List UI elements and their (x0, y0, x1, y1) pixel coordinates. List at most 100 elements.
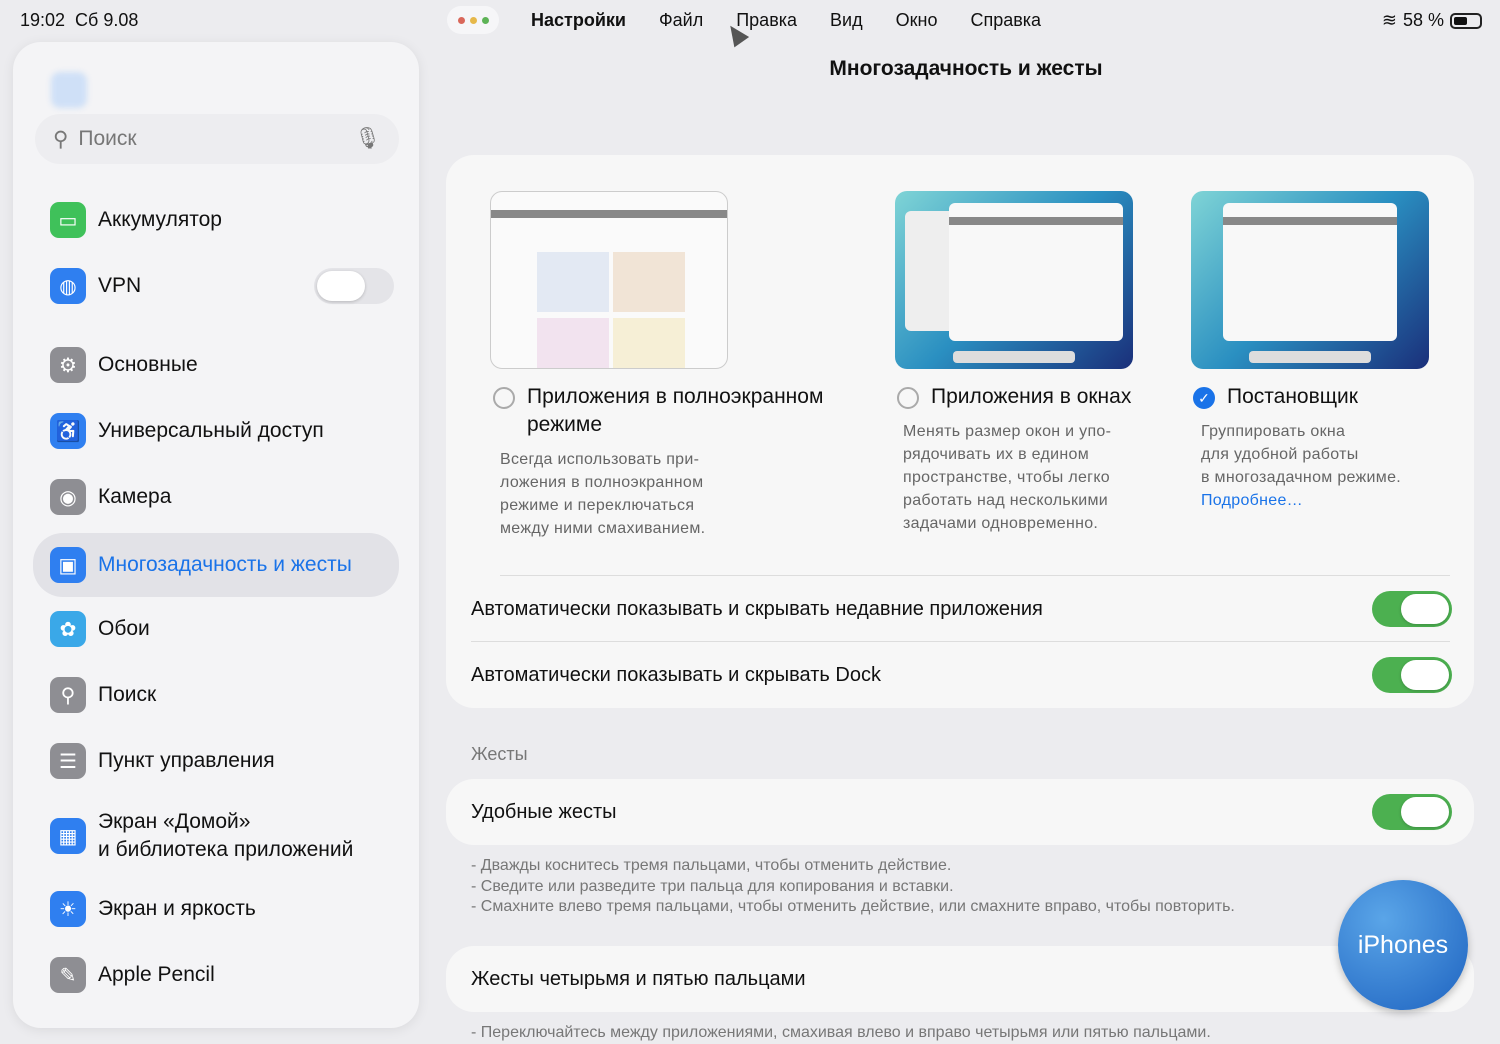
label-line1: Экран «Домой» (98, 810, 251, 833)
note-line: - Сведите или разведите три пальца для к… (471, 877, 954, 895)
desc-line: рядочивать их в едином (903, 446, 1089, 463)
sidebar-item-general[interactable]: ⚙ Основные (33, 335, 399, 395)
menu-edit[interactable]: Правка (736, 10, 797, 31)
label: Аккумулятор (98, 208, 222, 231)
label: Основные (98, 353, 198, 376)
convenient-gestures-label: Удобные жесты (471, 800, 617, 823)
desc-line: Всегда использовать при- (500, 451, 700, 468)
gear-icon: ⚙ (50, 347, 86, 383)
flower-icon: ✿ (50, 611, 86, 647)
convenient-gestures-row: Удобные жесты (471, 779, 1452, 845)
sidebar-item-search[interactable]: ⚲ Поиск (33, 665, 399, 725)
sidebar-item-apple-pencil[interactable]: ✎ Apple Pencil (33, 945, 399, 1005)
desc-line: между ними смахиванием. (500, 520, 706, 537)
label: Apple Pencil (98, 963, 215, 986)
status-bar: 19:02 Сб 9.08 (20, 10, 148, 31)
search-icon: ⚲ (53, 127, 69, 151)
option-fullscreen[interactable]: Приложения в полноэкранном режиме (493, 383, 823, 439)
fullscreen-description: Всегда использовать при-ложения в полноэ… (500, 448, 705, 540)
multitasking-card: Приложения в полноэкранном режиме Всегда … (446, 155, 1474, 708)
windowed-preview[interactable] (895, 191, 1133, 369)
battery-icon: ▭ (50, 202, 86, 238)
desc-line: для удобной работы (1201, 446, 1359, 463)
stage-manager-description: Группировать окна для удобной работы в мно… (1201, 420, 1401, 512)
note-line: - Смахните влево тремя пальцами, чтобы о… (471, 898, 1235, 915)
camera-icon: ◉ (50, 479, 86, 515)
window-controls[interactable] (447, 6, 499, 34)
title-line1: Приложения в полноэкранном (527, 385, 824, 408)
sidebar-item-accessibility[interactable]: ♿ Универсальный доступ (33, 401, 399, 461)
sidebar-item-multitasking[interactable]: ▣ Многозадачность и жесты (33, 533, 399, 597)
desc-line: ложения в полноэкранном (500, 474, 704, 491)
wifi-icon: ≋ (1381, 10, 1397, 30)
sidebar-item-control-center[interactable]: ☰ Пункт управления (33, 731, 399, 791)
sidebar: ⚲ Поиск 🎙 ▭ Аккумулятор ◍ VPN ⚙ Основные ♿ Уни… (13, 42, 419, 1028)
vpn-toggle[interactable] (314, 268, 394, 304)
microphone-icon[interactable]: 🎙 (354, 127, 381, 151)
sidebar-item-camera[interactable]: ◉ Камера (33, 467, 399, 527)
switches-icon: ☰ (50, 743, 86, 779)
menu-view[interactable]: Вид (830, 10, 863, 31)
sidebar-item-wallpaper[interactable]: ✿ Обои (33, 599, 399, 659)
dock-row: Автоматически показывать и скрывать Dock (471, 642, 1452, 708)
wifi-icon (51, 72, 87, 108)
gestures-card: Удобные жесты (446, 779, 1474, 845)
battery-status: ≋ 58 % (1382, 10, 1482, 31)
battery-percent: 58 % (1402, 10, 1444, 30)
sidebar-item-display[interactable]: ☀ Экран и яркость (33, 879, 399, 939)
convenient-gestures-toggle[interactable] (1372, 794, 1452, 830)
globe-icon: ◍ (50, 268, 86, 304)
stage-manager-preview[interactable] (1191, 191, 1429, 369)
option-windowed[interactable]: Приложения в окнах (897, 383, 1131, 411)
label: Многозадачность и жесты (98, 553, 352, 576)
battery-icon (1450, 12, 1482, 29)
desc-line: Менять размер окон и упо- (903, 423, 1112, 440)
radio-windowed[interactable] (897, 387, 919, 409)
dock-label: Автоматически показывать и скрывать Dock (471, 663, 881, 686)
accessibility-icon: ♿ (50, 413, 86, 449)
menu-settings[interactable]: Настройки (531, 10, 626, 31)
dock-toggle[interactable] (1372, 657, 1452, 693)
checkmark-icon[interactable]: ✓ (1193, 387, 1215, 409)
four-five-label: Жесты четырьмя и пятью пальцами (471, 967, 806, 990)
label: Универсальный доступ (98, 419, 324, 442)
desc-line: пространстве, чтобы легко (903, 469, 1110, 486)
home-screen-icon: ▦ (50, 818, 86, 854)
four-five-card: Жесты четырьмя и пятью пальцами (446, 946, 1474, 1012)
search-placeholder: Поиск (78, 127, 137, 150)
menu-window[interactable]: Окно (896, 10, 938, 31)
radio-fullscreen[interactable] (493, 387, 515, 409)
gestures-header: Жесты (471, 744, 528, 764)
desc-line: задачами одновременно. (903, 515, 1099, 532)
desc-line: работать над несколькими (903, 492, 1109, 509)
learn-more-link[interactable]: Подробнее… (1201, 489, 1401, 512)
search-input[interactable]: ⚲ Поиск 🎙 (35, 114, 399, 164)
menu-file[interactable]: Файл (659, 10, 703, 31)
option-title: Приложения в окнах (931, 385, 1132, 408)
fullscreen-preview[interactable] (490, 191, 728, 369)
menubar: Настройки Файл Правка Вид Окно Справка (531, 10, 1041, 31)
desc-line: в многозадачном режиме. (1201, 469, 1402, 486)
label: Камера (98, 485, 172, 508)
time: 19:02 (20, 10, 66, 30)
search-icon: ⚲ (50, 677, 86, 713)
label: Пункт управления (98, 749, 275, 772)
recent-apps-toggle[interactable] (1372, 591, 1452, 627)
sidebar-item-vpn[interactable]: ◍ VPN (33, 256, 399, 316)
option-title: Приложения в полноэкранном режиме (527, 383, 823, 439)
label: Экран и яркость (98, 897, 256, 920)
windowed-description: Менять размер окон и упо-рядочивать их в… (903, 420, 1111, 535)
note-line: - Дважды коснитесь тремя пальцами, чтобы… (471, 857, 952, 874)
title-line2: режиме (527, 413, 603, 436)
desc-line: режиме и переключаться (500, 497, 695, 514)
multitasking-icon: ▣ (50, 547, 86, 583)
recent-apps-label: Автоматически показывать и скрывать неда… (471, 597, 1043, 620)
label: Обои (98, 617, 150, 640)
option-title: Постановщик (1227, 385, 1358, 408)
sidebar-item-battery[interactable]: ▭ Аккумулятор (33, 190, 399, 250)
menu-help[interactable]: Справка (970, 10, 1041, 31)
pencil-icon: ✎ (50, 957, 86, 993)
date: Сб 9.08 (75, 10, 139, 30)
option-stage-manager[interactable]: ✓ Постановщик (1193, 383, 1358, 411)
sidebar-item-home-screen[interactable]: ▦ Экран «Домой» и библиотека приложений (33, 804, 399, 868)
